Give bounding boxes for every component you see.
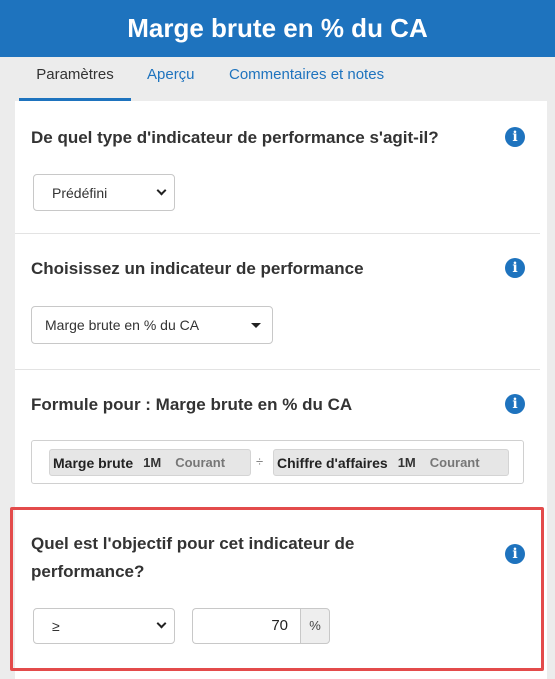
formula-numerator-chip[interactable]: Marge brute 1M Courant bbox=[49, 449, 251, 476]
indicator-type-value: Prédéfini bbox=[52, 184, 108, 201]
divider bbox=[15, 369, 540, 370]
formula-title: Formule pour : Marge brute en % du CA bbox=[31, 395, 353, 414]
objective-question-line2: performance? bbox=[31, 562, 145, 581]
tab-parametres[interactable]: Paramètres bbox=[19, 57, 131, 101]
page-title: Marge brute en % du CA bbox=[127, 13, 428, 43]
objective-value-input[interactable]: 70 bbox=[192, 608, 300, 644]
formula-editor[interactable]: Marge brute 1M Courant ÷ Chiffre d'affai… bbox=[31, 440, 524, 484]
objective-comparator-select[interactable]: ≥ bbox=[33, 608, 175, 644]
denominator-period: 1M bbox=[397, 455, 416, 470]
objective-question-line1: Quel est l'objectif pour cet indicateur … bbox=[31, 534, 355, 553]
objective-unit-addon: % bbox=[300, 608, 330, 644]
numerator-period: 1M bbox=[143, 455, 162, 470]
caret-down-icon bbox=[251, 323, 261, 328]
tab-commentaires-notes[interactable]: Commentaires et notes bbox=[229, 57, 384, 101]
numerator-scope: Courant bbox=[175, 455, 226, 470]
info-icon[interactable]: i bbox=[505, 394, 525, 414]
indicator-choice-select[interactable]: Marge brute en % du CA bbox=[31, 306, 273, 344]
indicator-type-question: De quel type d'indicateur de performance… bbox=[31, 128, 439, 147]
objective-question: Quel est l'objectif pour cet indicateur … bbox=[31, 530, 354, 586]
divider bbox=[15, 233, 540, 234]
chevron-down-icon bbox=[156, 185, 167, 196]
info-icon[interactable]: i bbox=[505, 127, 525, 147]
denominator-name: Chiffre d'affaires bbox=[277, 454, 388, 471]
info-icon[interactable]: i bbox=[505, 544, 525, 564]
denominator-scope: Courant bbox=[429, 455, 480, 470]
numerator-name: Marge brute bbox=[53, 454, 134, 471]
info-icon[interactable]: i bbox=[505, 258, 525, 278]
tab-bar: Paramètres Aperçu Commentaires et notes bbox=[0, 57, 555, 101]
tab-apercu[interactable]: Aperçu bbox=[147, 57, 195, 101]
indicator-type-select[interactable]: Prédéfini bbox=[33, 174, 175, 211]
page-header: Marge brute en % du CA bbox=[0, 0, 555, 57]
formula-denominator-chip[interactable]: Chiffre d'affaires 1M Courant bbox=[273, 449, 509, 476]
comparator-value: ≥ bbox=[52, 618, 60, 634]
chevron-down-icon bbox=[156, 618, 167, 629]
division-operator: ÷ bbox=[256, 454, 264, 469]
indicator-choice-value: Marge brute en % du CA bbox=[45, 317, 200, 333]
indicator-choice-question: Choisissez un indicateur de performance bbox=[31, 259, 364, 278]
